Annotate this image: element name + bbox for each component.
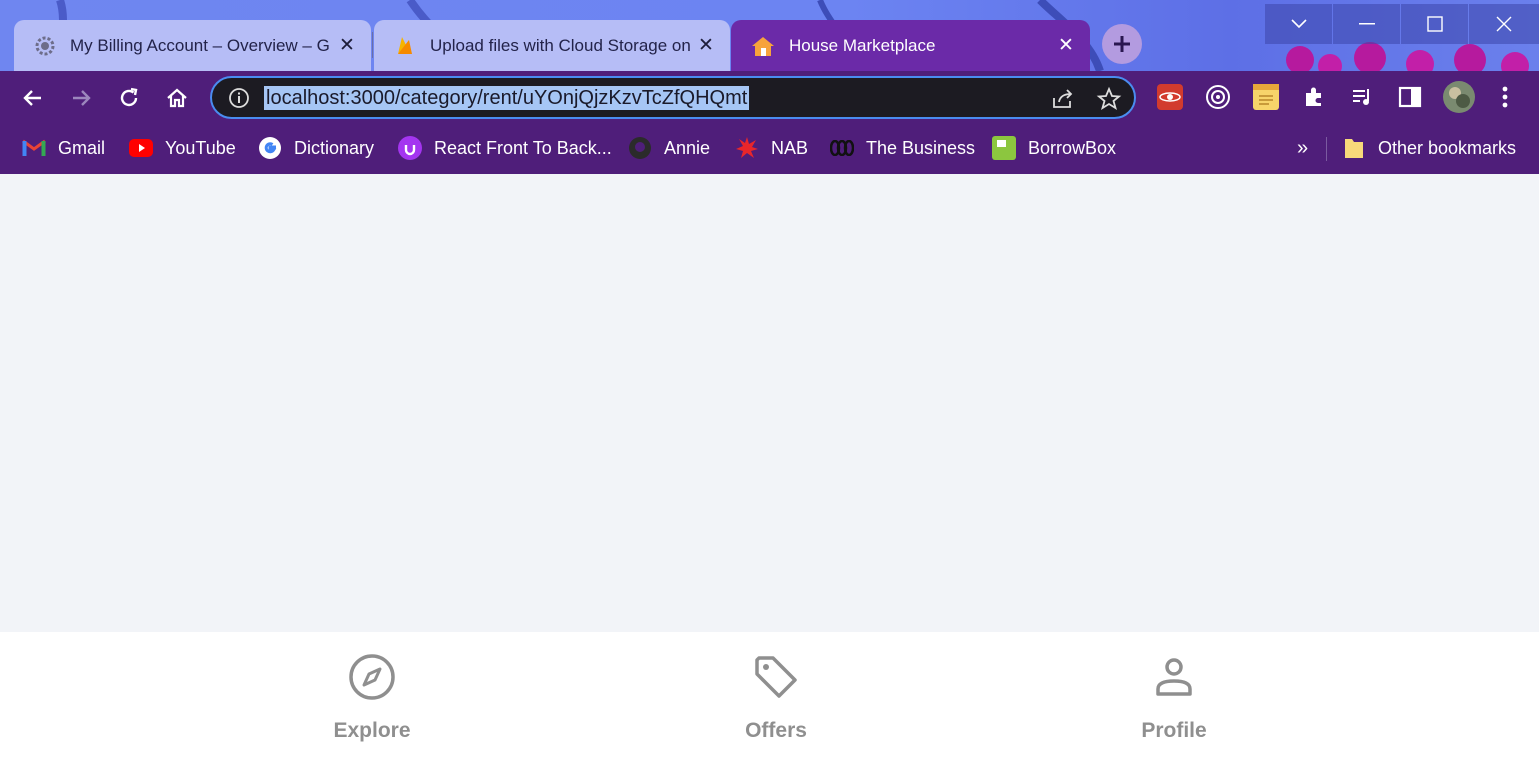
bookmark-dictionary[interactable]: Dictionary <box>258 133 374 163</box>
maximize-icon <box>1426 16 1443 32</box>
house-icon <box>751 34 775 58</box>
home-button[interactable] <box>160 81 194 115</box>
chevron-down-icon <box>1290 19 1307 29</box>
arrow-left-icon <box>23 90 41 106</box>
bookmark-label: Other bookmarks <box>1378 137 1517 158</box>
tab-title: My Billing Account – Overview – G <box>70 35 330 55</box>
gmail-icon <box>22 136 46 160</box>
abc-icon <box>830 136 854 160</box>
close-icon <box>1496 16 1512 32</box>
nav-label: Profile <box>1141 719 1207 742</box>
google-icon <box>258 136 282 160</box>
bottom-navbar: Explore Offers Profile <box>0 632 1539 759</box>
extensions-icon[interactable] <box>1300 83 1328 111</box>
tab-strip: My Billing Account – Overview – G ✕ Uplo… <box>0 0 1539 71</box>
home-icon <box>167 88 187 108</box>
back-button[interactable] <box>16 81 50 115</box>
more-bookmarks-button[interactable]: » <box>1297 133 1308 163</box>
tab-title: Upload files with Cloud Storage on <box>430 35 691 55</box>
firebase-icon <box>394 35 416 57</box>
arrow-right-icon <box>73 90 91 106</box>
minimize-button[interactable] <box>1333 4 1400 44</box>
borrowbox-icon <box>992 136 1016 160</box>
bookmark-the-business[interactable]: The Business <box>830 133 975 163</box>
nav-profile[interactable]: Profile <box>1104 652 1244 743</box>
react-devtools-extension-icon[interactable] <box>1156 83 1184 111</box>
plus-icon <box>1114 36 1130 52</box>
tab-separator <box>372 32 373 58</box>
nav-label: Explore <box>333 719 411 742</box>
minimize-icon <box>1358 23 1375 25</box>
browser-toolbar: localhost:3000/category/rent/uYOnjQjzKzv… <box>0 71 1539 124</box>
url-text[interactable]: localhost:3000/category/rent/uYOnjQjzKzv… <box>264 86 750 110</box>
info-icon[interactable] <box>228 87 250 109</box>
close-icon[interactable]: ✕ <box>696 35 716 56</box>
bookmarks-bar: Gmail YouTube Dictionary React Front To … <box>0 124 1539 174</box>
tab-billing-account[interactable]: My Billing Account – Overview – G ✕ <box>14 20 371 71</box>
compass-icon <box>347 652 397 707</box>
nav-label: Offers <box>745 719 807 742</box>
close-window-button[interactable] <box>1469 4 1539 44</box>
bookmarks-separator <box>1326 137 1327 161</box>
nab-icon <box>735 136 759 160</box>
chevron-double-right-icon: » <box>1297 136 1309 159</box>
star-icon[interactable] <box>1096 86 1122 112</box>
udemy-icon <box>398 136 422 160</box>
tab-cloud-storage[interactable]: Upload files with Cloud Storage on ✕ <box>374 20 730 71</box>
address-bar[interactable]: localhost:3000/category/rent/uYOnjQjzKzv… <box>210 76 1136 119</box>
bookmark-label: NAB <box>771 137 809 158</box>
youtube-icon <box>129 136 153 160</box>
gear-icon <box>34 35 56 57</box>
github-icon <box>628 136 652 160</box>
bookmark-label: YouTube <box>165 137 236 158</box>
more-menu-icon[interactable] <box>1491 83 1519 111</box>
profile-avatar[interactable] <box>1443 81 1475 113</box>
close-icon[interactable]: ✕ <box>337 35 357 56</box>
bookmark-label: BorrowBox <box>1028 137 1117 158</box>
bookmark-label: React Front To Back... <box>434 137 612 158</box>
tab-search-button[interactable] <box>1265 4 1332 44</box>
tab-title: House Marketplace <box>789 35 936 55</box>
other-bookmarks-folder[interactable]: Other bookmarks <box>1342 133 1516 163</box>
tab-house-marketplace[interactable]: House Marketplace ✕ <box>731 20 1090 71</box>
new-tab-button[interactable] <box>1102 24 1142 64</box>
share-icon[interactable] <box>1050 86 1076 112</box>
maximize-button[interactable] <box>1401 4 1468 44</box>
folder-icon <box>1342 136 1366 160</box>
side-panel-icon[interactable] <box>1396 83 1424 111</box>
bookmark-gmail[interactable]: Gmail <box>22 133 105 163</box>
forward-button[interactable] <box>64 81 98 115</box>
bookmark-label: The Business <box>866 137 976 158</box>
reload-button[interactable] <box>112 81 146 115</box>
bookmark-annie[interactable]: Annie <box>628 133 710 163</box>
bookmark-label: Gmail <box>58 137 106 158</box>
media-controls-icon[interactable] <box>1348 83 1376 111</box>
nav-offers[interactable]: Offers <box>706 652 846 743</box>
bookmark-nab[interactable]: NAB <box>735 133 808 163</box>
reload-icon <box>120 87 138 107</box>
close-icon[interactable]: ✕ <box>1056 35 1076 56</box>
tag-icon <box>751 652 801 707</box>
bookmark-borrowbox[interactable]: BorrowBox <box>992 133 1116 163</box>
bookmark-label: Annie <box>664 137 711 158</box>
notes-extension-icon[interactable] <box>1252 83 1280 111</box>
nav-explore[interactable]: Explore <box>302 652 442 743</box>
bookmark-youtube[interactable]: YouTube <box>129 133 236 163</box>
person-icon <box>1149 652 1199 707</box>
bookmark-react-front-to-back[interactable]: React Front To Back... <box>398 133 612 163</box>
target-extension-icon[interactable] <box>1204 83 1232 111</box>
bookmark-label: Dictionary <box>294 137 375 158</box>
